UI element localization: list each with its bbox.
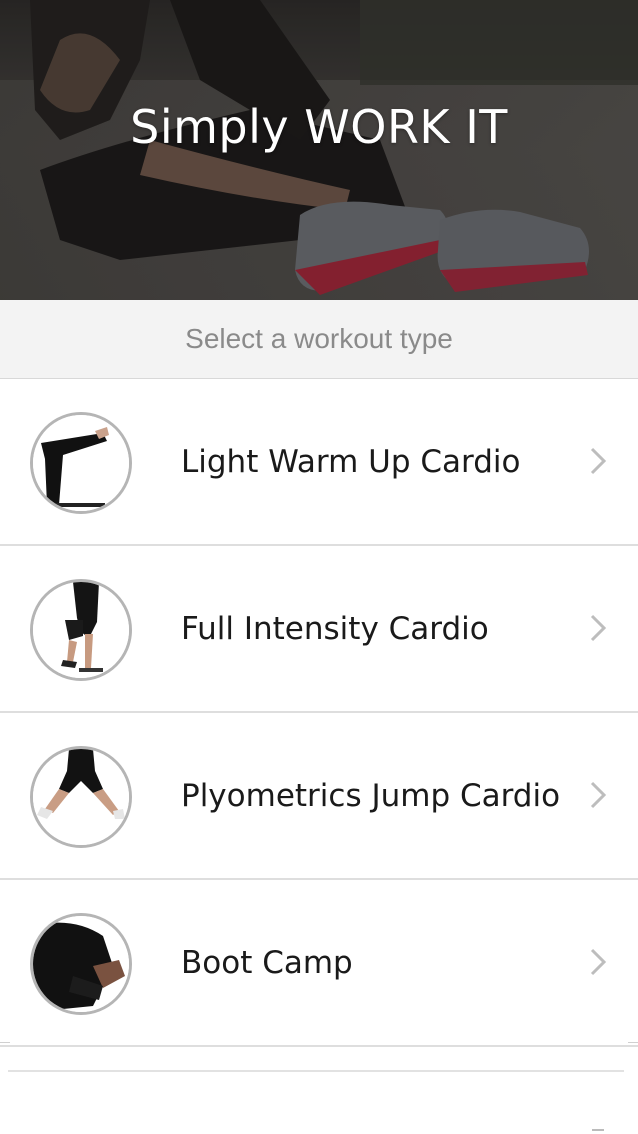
corner-mark [592,1129,604,1131]
workout-row-light-warm-up-cardio[interactable]: Light Warm Up Cardio [0,379,638,546]
workout-label: Light Warm Up Cardio [181,443,521,480]
lunge-icon [30,579,132,681]
workout-label: Boot Camp [181,944,353,981]
chevron-right-icon [586,948,610,976]
workout-row-boot-camp[interactable]: Boot Camp [0,880,638,1047]
hero-banner: Simply WORK IT [0,0,638,300]
workout-row-plyometrics-jump-cardio[interactable]: Plyometrics Jump Cardio [0,713,638,880]
workout-label: Plyometrics Jump Cardio [181,777,561,814]
section-subtitle: Select a workout type [0,300,638,379]
workout-list: Light Warm Up Cardio Full Intensity Card… [0,379,638,1047]
pushup-icon [30,913,132,1015]
app-title: Simply WORK IT [130,100,508,154]
divider-tick-left [0,1042,10,1043]
workout-label: Full Intensity Cardio [181,610,489,647]
footer-divider [8,1070,624,1072]
chevron-right-icon [586,781,610,809]
chevron-right-icon [586,614,610,642]
divider-tick-right [628,1042,638,1043]
workout-row-full-intensity-cardio[interactable]: Full Intensity Cardio [0,546,638,713]
warm-up-leg-stretch-icon [30,412,132,514]
chevron-right-icon [586,447,610,475]
subtitle-text: Select a workout type [185,323,453,354]
jump-squat-icon [30,746,132,848]
